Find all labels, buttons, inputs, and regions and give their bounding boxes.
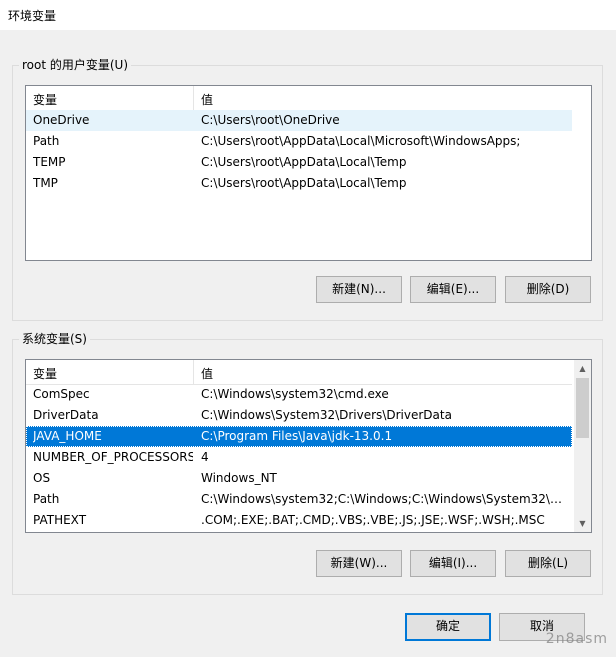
system-variables-group: 系统变量(S) 变量 值 ComSpec C:\Windows\system32…: [12, 332, 603, 595]
variable-name: NUMBER_OF_PROCESSORS: [33, 450, 193, 464]
variable-value: C:\Windows\system32;C:\Windows;C:\Window…: [201, 492, 569, 506]
window-title: 环境变量: [8, 9, 57, 23]
system-edit-button[interactable]: 编辑(I)...: [410, 550, 496, 577]
table-row[interactable]: OS Windows_NT: [26, 468, 572, 489]
scroll-thumb[interactable]: [576, 378, 589, 438]
table-row[interactable]: TEMP C:\Users\root\AppData\Local\Temp: [26, 152, 572, 173]
variable-value: 4: [201, 450, 209, 464]
table-row[interactable]: Path C:\Windows\system32;C:\Windows;C:\W…: [26, 489, 572, 510]
variable-name: OS: [33, 471, 51, 485]
table-row[interactable]: NUMBER_OF_PROCESSORS 4: [26, 447, 572, 468]
column-header-value[interactable]: 值: [201, 365, 213, 382]
list-header: 变量 值: [26, 360, 572, 385]
variable-name: Path: [33, 134, 60, 148]
variable-value: Windows_NT: [201, 471, 277, 485]
column-header-variable[interactable]: 变量: [33, 91, 57, 108]
system-new-button[interactable]: 新建(W)...: [316, 550, 402, 577]
title-bar: 环境变量: [0, 0, 616, 30]
system-variables-list[interactable]: 变量 值 ComSpec C:\Windows\system32\cmd.exe…: [25, 359, 592, 533]
variable-name: TMP: [33, 176, 58, 190]
variable-name: Path: [33, 492, 60, 506]
table-row[interactable]: DriverData C:\Windows\System32\Drivers\D…: [26, 405, 572, 426]
variable-name: JAVA_HOME: [33, 429, 102, 443]
table-row[interactable]: PATHEXT .COM;.EXE;.BAT;.CMD;.VBS;.VBE;.J…: [26, 510, 572, 531]
variable-name: TEMP: [33, 155, 66, 169]
variable-name: OneDrive: [33, 113, 90, 127]
variable-value: C:\Users\root\OneDrive: [201, 113, 340, 127]
user-variables-group: root 的用户变量(U) 变量 值 OneDrive C:\Users\roo…: [12, 58, 603, 321]
list-header: 变量 值: [26, 86, 572, 111]
variable-name: DriverData: [33, 408, 99, 422]
user-variables-list[interactable]: 变量 值 OneDrive C:\Users\root\OneDrive Pat…: [25, 85, 592, 261]
table-row[interactable]: Path C:\Users\root\AppData\Local\Microso…: [26, 131, 572, 152]
column-divider[interactable]: [193, 360, 194, 384]
variable-value: .COM;.EXE;.BAT;.CMD;.VBS;.VBE;.JS;.JSE;.…: [201, 513, 545, 527]
user-new-button[interactable]: 新建(N)...: [316, 276, 402, 303]
table-row[interactable]: TMP C:\Users\root\AppData\Local\Temp: [26, 173, 572, 194]
variable-value: C:\Users\root\AppData\Local\Temp: [201, 176, 407, 190]
user-variables-label: root 的用户变量(U): [19, 58, 132, 72]
column-divider[interactable]: [193, 86, 194, 110]
table-row[interactable]: OneDrive C:\Users\root\OneDrive: [26, 110, 572, 131]
table-row[interactable]: ComSpec C:\Windows\system32\cmd.exe: [26, 384, 572, 405]
variable-name: ComSpec: [33, 387, 90, 401]
variable-name: PATHEXT: [33, 513, 87, 527]
system-variables-label: 系统变量(S): [19, 332, 90, 346]
variable-value: C:\Program Files\Java\jdk-13.0.1: [201, 429, 393, 443]
scroll-up-icon[interactable]: ▲: [574, 360, 591, 377]
vertical-scrollbar[interactable]: ▲ ▼: [574, 360, 591, 532]
variable-value: C:\Windows\system32\cmd.exe: [201, 387, 389, 401]
scroll-down-icon[interactable]: ▼: [574, 515, 591, 532]
variable-value: C:\Users\root\AppData\Local\Temp: [201, 155, 407, 169]
column-header-value[interactable]: 值: [201, 91, 213, 108]
variable-value: C:\Users\root\AppData\Local\Microsoft\Wi…: [201, 134, 521, 148]
system-delete-button[interactable]: 删除(L): [505, 550, 591, 577]
column-header-variable[interactable]: 变量: [33, 365, 57, 382]
variable-value: C:\Windows\System32\Drivers\DriverData: [201, 408, 452, 422]
table-row-selected[interactable]: JAVA_HOME C:\Program Files\Java\jdk-13.0…: [26, 426, 572, 447]
ok-button[interactable]: 确定: [405, 613, 491, 641]
watermark: 2n8asm: [545, 631, 608, 647]
user-edit-button[interactable]: 编辑(E)...: [410, 276, 496, 303]
user-delete-button[interactable]: 删除(D): [505, 276, 591, 303]
